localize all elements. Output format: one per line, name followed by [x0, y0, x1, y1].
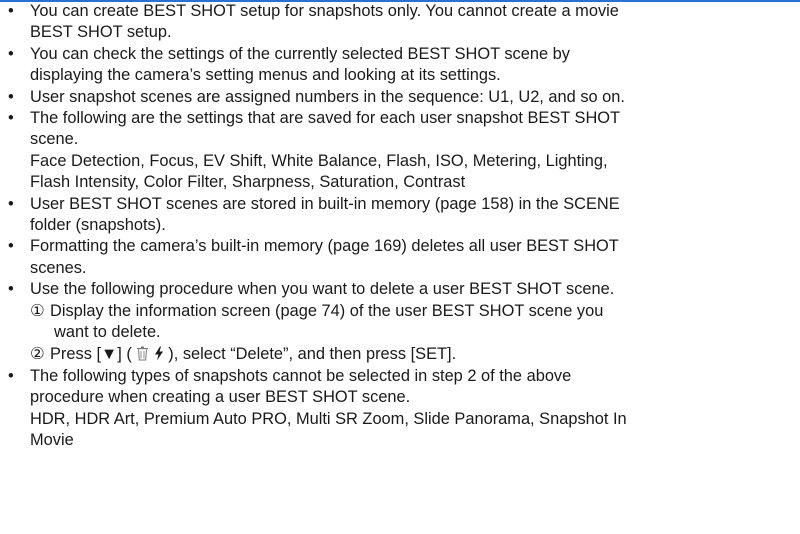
- list-text: Use the following procedure when you wan…: [30, 280, 615, 299]
- list-item-scene-numbers: User snapshot scenes are assigned number…: [0, 87, 800, 109]
- list-item-excluded-types: The following types of snapshots cannot …: [0, 366, 800, 452]
- step-text: Display the information screen (page 74)…: [50, 301, 604, 320]
- list-text: BEST SHOT setup.: [30, 23, 172, 42]
- step-text: Press [▼] (: [50, 344, 132, 363]
- list-item-check-settings: You can check the settings of the curren…: [0, 44, 800, 87]
- list-item-movie-setup: You can create BEST SHOT setup for snaps…: [0, 1, 800, 44]
- list-text: User snapshot scenes are assigned number…: [30, 87, 625, 106]
- list-text: folder (snapshots).: [30, 216, 166, 235]
- step-number: ②: [30, 344, 45, 363]
- list-text: displaying the camera’s setting menus an…: [30, 66, 501, 85]
- list-item-delete-procedure: Use the following procedure when you wan…: [0, 279, 800, 366]
- list-text: The following are the settings that are …: [30, 109, 621, 128]
- settings-list-text: Flash Intensity, Color Filter, Sharpness…: [30, 173, 466, 192]
- list-text: User BEST SHOT scenes are stored in buil…: [30, 194, 620, 213]
- procedure-step-1-continued: want to delete.: [30, 322, 796, 343]
- step-number: ①: [30, 301, 45, 320]
- list-text: You can create BEST SHOT setup for snaps…: [30, 2, 619, 20]
- excluded-types-text: Movie: [30, 431, 74, 450]
- list-item-saved-settings: The following are the settings that are …: [0, 108, 800, 194]
- trash-icon: [136, 346, 153, 363]
- list-text: You can check the settings of the curren…: [30, 44, 570, 63]
- step-text: ), select “Delete”, and then press [SET]…: [168, 344, 457, 363]
- flash-icon: [154, 346, 168, 363]
- list-text: Formatting the camera’s built-in memory …: [30, 237, 619, 256]
- notes-list: You can create BEST SHOT setup for snaps…: [0, 1, 800, 452]
- excluded-types-text: HDR, HDR Art, Premium Auto PRO, Multi SR…: [30, 409, 627, 428]
- settings-list-text: Face Detection, Focus, EV Shift, White B…: [30, 151, 608, 170]
- list-item-formatting: Formatting the camera’s built-in memory …: [0, 236, 800, 279]
- step-text: want to delete.: [54, 323, 161, 342]
- list-text: procedure when creating a user BEST SHOT…: [30, 388, 411, 407]
- list-text: scenes.: [30, 258, 87, 277]
- list-text: scene.: [30, 130, 79, 149]
- list-item-storage: User BEST SHOT scenes are stored in buil…: [0, 194, 800, 237]
- procedure-step-1: ① Display the information screen (page 74…: [30, 301, 796, 322]
- procedure-step-2: ② Press [▼] ( ), select “Delete”, and the…: [30, 344, 796, 366]
- list-text: The following types of snapshots cannot …: [30, 366, 572, 385]
